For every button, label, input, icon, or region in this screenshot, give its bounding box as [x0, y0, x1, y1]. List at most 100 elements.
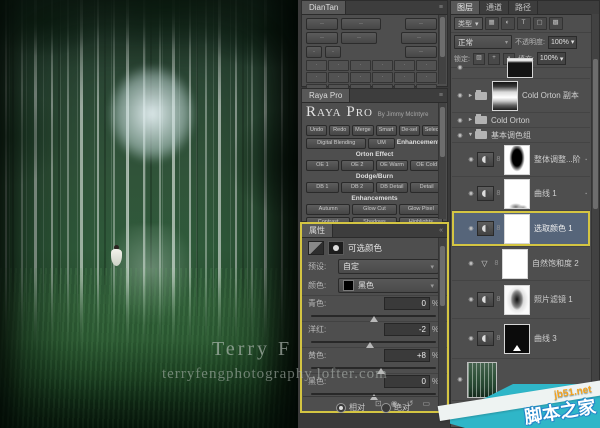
- delete-icon[interactable]: ▭: [422, 399, 430, 408]
- action-mini-button[interactable]: ·: [372, 60, 393, 71]
- action-mini-button[interactable]: ·: [416, 72, 437, 83]
- oe1-button[interactable]: OE 1: [306, 160, 339, 171]
- group-expanded-icon[interactable]: ▼: [466, 132, 475, 138]
- vibrance-adjustment-icon[interactable]: ▽: [477, 259, 492, 268]
- eye-icon[interactable]: ◉: [454, 92, 466, 99]
- eye-icon[interactable]: ◉: [465, 225, 477, 232]
- photo-filter-adjustment-icon[interactable]: [477, 292, 494, 307]
- mask-link-icon[interactable]: 8: [494, 225, 503, 232]
- raya-undo-button[interactable]: Undo: [306, 125, 327, 136]
- adjustment-layer-icon[interactable]: [477, 152, 494, 167]
- layer-group-row[interactable]: ◉ ► Cold Orton 副本: [452, 79, 590, 113]
- reset-icon[interactable]: ↺: [407, 399, 414, 408]
- mask-link-icon[interactable]: 8: [494, 156, 503, 163]
- action-mini-button[interactable]: ·: [350, 60, 371, 71]
- layer-mask-thumbnail[interactable]: [504, 145, 530, 175]
- group-mask-thumbnail[interactable]: [492, 81, 518, 111]
- opacity-field[interactable]: 100% ▾: [548, 36, 577, 49]
- scrollbar[interactable]: [438, 103, 446, 219]
- raya-smart-button[interactable]: Smart: [376, 125, 397, 136]
- group-collapsed-icon[interactable]: ►: [466, 117, 475, 123]
- autumn-button[interactable]: Autumn: [306, 204, 350, 215]
- action-button[interactable]: ··: [341, 18, 381, 30]
- glow-pixel-button[interactable]: Glow Pixel: [399, 204, 443, 215]
- layer-row[interactable]: ◉ 8 照片滤镜 1: [452, 281, 590, 319]
- action-mini-button[interactable]: ·: [394, 72, 415, 83]
- oe2-button[interactable]: OE 2: [341, 160, 374, 171]
- scrollbar-thumb[interactable]: [440, 246, 445, 306]
- action-mini-button[interactable]: ·: [306, 60, 327, 71]
- visibility-icon[interactable]: ◉: [391, 399, 398, 408]
- raya-merge-button[interactable]: Merge: [352, 125, 373, 136]
- layer-mask-thumbnail[interactable]: [507, 58, 533, 78]
- raya-desel-button[interactable]: De-sel: [399, 125, 420, 136]
- raya-digital-blending-button[interactable]: Digital Blending: [306, 138, 366, 149]
- action-button[interactable]: ··: [306, 18, 338, 30]
- action-mini-button[interactable]: ·: [306, 46, 322, 58]
- cyan-slider[interactable]: [311, 315, 436, 317]
- curves-adjustment-icon[interactable]: [477, 186, 494, 201]
- black-slider[interactable]: [311, 393, 436, 395]
- filter-type-select[interactable]: 类型 ▾: [454, 17, 483, 30]
- scrollbar[interactable]: [438, 15, 446, 84]
- eye-icon[interactable]: ◉: [465, 190, 477, 197]
- panel-menu-icon[interactable]: ≡: [436, 1, 447, 14]
- raya-redo-button[interactable]: Redo: [329, 125, 350, 136]
- action-mini-button[interactable]: ·: [325, 46, 341, 58]
- scrollbar-thumb[interactable]: [593, 59, 598, 209]
- tab-channels[interactable]: 通道: [480, 1, 509, 14]
- black-value-field[interactable]: 0: [384, 375, 430, 388]
- preset-select[interactable]: 自定 ▾: [338, 259, 439, 274]
- scrollbar-thumb[interactable]: [440, 107, 445, 157]
- eye-icon[interactable]: ◉: [465, 260, 477, 267]
- layer-mask-thumbnail[interactable]: [504, 214, 530, 244]
- selective-color-adjustment-icon[interactable]: [477, 221, 494, 236]
- action-button[interactable]: ··: [401, 32, 437, 44]
- colors-select[interactable]: 黑色 ▾: [338, 278, 439, 293]
- mask-link-icon[interactable]: 8: [494, 190, 503, 197]
- tab-paths[interactable]: 路径: [509, 1, 538, 14]
- layer-mask-thumbnail[interactable]: [502, 249, 528, 279]
- layer-row-selected[interactable]: ◉ 8 选取颜色 1: [452, 211, 590, 247]
- layer-group-row[interactable]: ◉ ▼ 基本调色组: [452, 128, 590, 143]
- layer-row[interactable]: ◉ 8 曲线 1 ▪: [452, 177, 590, 211]
- yellow-value-field[interactable]: +8: [384, 349, 430, 362]
- eye-icon[interactable]: ◉: [454, 376, 466, 383]
- filter-adjustment-icon[interactable]: ◐: [501, 17, 515, 30]
- layer-row[interactable]: ◉ 8 曲线 3: [452, 319, 590, 359]
- magenta-value-field[interactable]: -2: [384, 323, 430, 336]
- cyan-slider-thumb[interactable]: [370, 316, 378, 322]
- action-mini-button[interactable]: ·: [350, 72, 371, 83]
- tab-properties[interactable]: 属性: [302, 224, 333, 237]
- action-button[interactable]: ··: [306, 32, 338, 44]
- eye-icon[interactable]: ◉: [454, 132, 466, 139]
- action-mini-button[interactable]: ·: [372, 72, 393, 83]
- mask-link-icon[interactable]: 8: [494, 335, 503, 342]
- tab-actions[interactable]: DianTan: [302, 1, 346, 14]
- scrollbar[interactable]: [438, 238, 446, 409]
- layer-mask-thumbnail[interactable]: [504, 324, 530, 354]
- clip-to-layer-icon[interactable]: ⊡: [375, 399, 382, 408]
- action-mini-button[interactable]: ·: [306, 72, 327, 83]
- eye-icon[interactable]: ◉: [454, 117, 466, 124]
- filter-type-icon[interactable]: T: [517, 17, 531, 30]
- action-button[interactable]: ··: [405, 18, 437, 30]
- layer-mask-icon[interactable]: [328, 241, 344, 255]
- eye-icon[interactable]: ◉: [454, 64, 466, 71]
- oe-warm-button[interactable]: OE Warm: [376, 160, 409, 171]
- eye-icon[interactable]: ◉: [465, 156, 477, 163]
- layer-row[interactable]: ◉ ▽ 8 自然饱和度 2: [452, 247, 590, 281]
- magenta-slider[interactable]: [311, 341, 436, 343]
- layer-mask-thumbnail[interactable]: [504, 179, 530, 209]
- panel-menu-icon[interactable]: ≡: [436, 89, 447, 102]
- mask-link-icon[interactable]: 8: [494, 296, 503, 303]
- group-collapsed-icon[interactable]: ►: [466, 93, 475, 99]
- action-mini-button[interactable]: ·: [328, 60, 349, 71]
- cyan-value-field[interactable]: 0: [384, 297, 430, 310]
- blend-mode-select[interactable]: 正常 ▾: [454, 35, 512, 49]
- action-mini-button[interactable]: ·: [394, 60, 415, 71]
- layer-row[interactable]: ◉ 8 整体调整...阶 ▪: [452, 143, 590, 177]
- scrollbar-thumb[interactable]: [440, 17, 445, 57]
- mask-link-icon[interactable]: 8: [492, 260, 501, 267]
- filter-smartobject-icon[interactable]: ▩: [549, 17, 563, 30]
